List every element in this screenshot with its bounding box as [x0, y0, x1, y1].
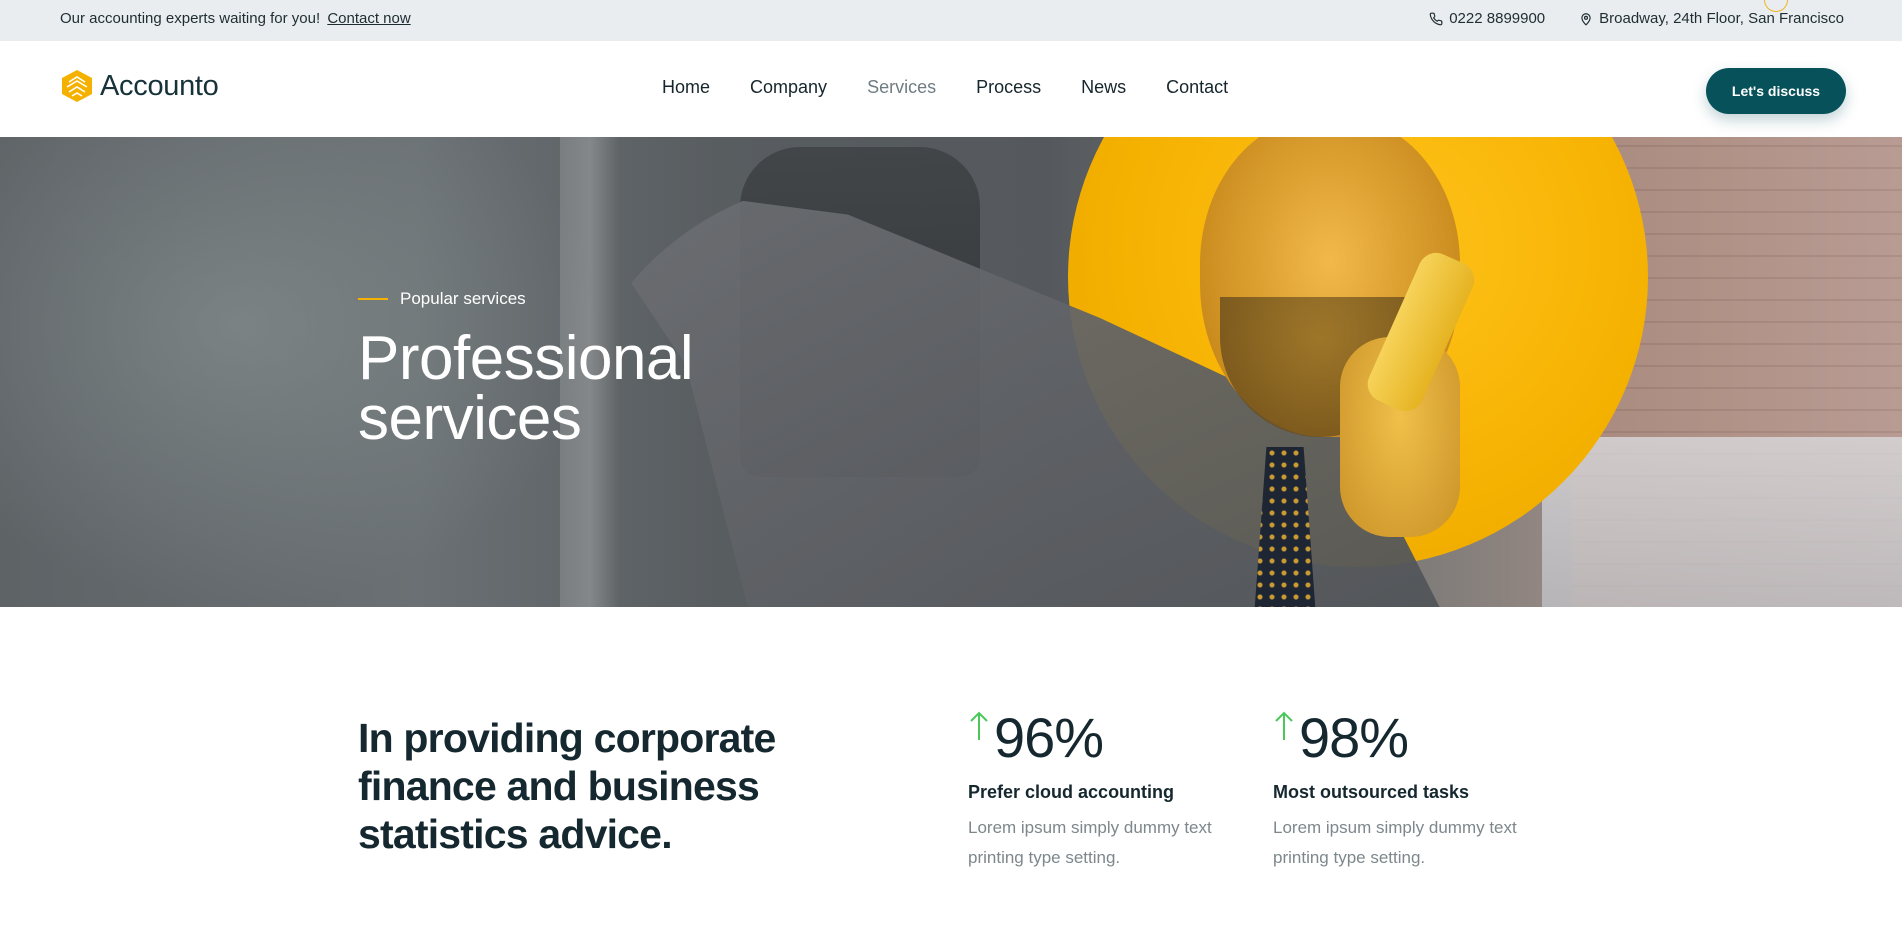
stat-outsourced-tasks: 98% Most outsourced tasks Lorem ipsum si… [1273, 708, 1533, 873]
nav-contact[interactable]: Contact [1166, 77, 1228, 98]
logo-icon [62, 70, 92, 102]
stat-value-row: 96% [968, 708, 1228, 768]
stat-label: Most outsourced tasks [1273, 782, 1470, 802]
stat-value: 98% [1299, 706, 1409, 769]
eyebrow-text: Popular services [400, 289, 526, 308]
intro-heading: In providing corporate finance and busin… [358, 715, 776, 857]
hero-title-line1: Professional [358, 324, 694, 393]
stat-description: Lorem ipsum simply dummy text printing t… [1273, 818, 1517, 867]
topbar-message: Our accounting experts waiting for you! … [60, 10, 411, 27]
site-header: Accounto Home Company Services Process N… [0, 41, 1902, 137]
topbar-message-text: Our accounting experts waiting for you! [60, 10, 321, 27]
hero-banner: Popular services Professional services [0, 137, 1902, 607]
phone-number: 0222 8899900 [1449, 10, 1546, 27]
nav-process[interactable]: Process [976, 77, 1041, 98]
topbar-address: Broadway, 24th Floor, San Francisco [1579, 10, 1844, 27]
main-nav: Home Company Services Process News Conta… [662, 77, 1268, 98]
hero-title-line2: services [358, 384, 582, 453]
logo-text: Accounto [100, 69, 219, 102]
nav-news[interactable]: News [1081, 77, 1126, 98]
topbar-phone[interactable]: 0222 8899900 [1429, 10, 1545, 27]
nav-services[interactable]: Services [867, 77, 936, 98]
nav-home[interactable]: Home [662, 77, 710, 98]
phone-icon [1429, 12, 1443, 25]
stat-cloud-accounting: 96% Prefer cloud accounting Lorem ipsum … [968, 708, 1228, 873]
eyebrow-line [358, 298, 388, 300]
contact-now-link[interactable]: Contact now [327, 10, 410, 27]
address-text: Broadway, 24th Floor, San Francisco [1599, 10, 1844, 27]
arrow-up-icon [1275, 711, 1293, 740]
location-pin-icon [1581, 12, 1591, 26]
logo[interactable]: Accounto [60, 68, 219, 104]
lets-discuss-button[interactable]: Let's discuss [1706, 68, 1846, 114]
stat-label: Prefer cloud accounting [968, 782, 1175, 802]
nav-company[interactable]: Company [750, 77, 827, 98]
topbar-contact-info: 0222 8899900 Broadway, 24th Floor, San F… [1395, 10, 1844, 27]
stat-value-row: 98% [1273, 708, 1533, 768]
stat-description: Lorem ipsum simply dummy text printing t… [968, 818, 1212, 867]
hero-title: Professional services [358, 328, 878, 450]
arrow-up-icon [970, 711, 988, 740]
top-bar: Our accounting experts waiting for you! … [0, 0, 1902, 41]
hero-eyebrow: Popular services [358, 289, 526, 309]
stat-value: 96% [994, 706, 1104, 769]
